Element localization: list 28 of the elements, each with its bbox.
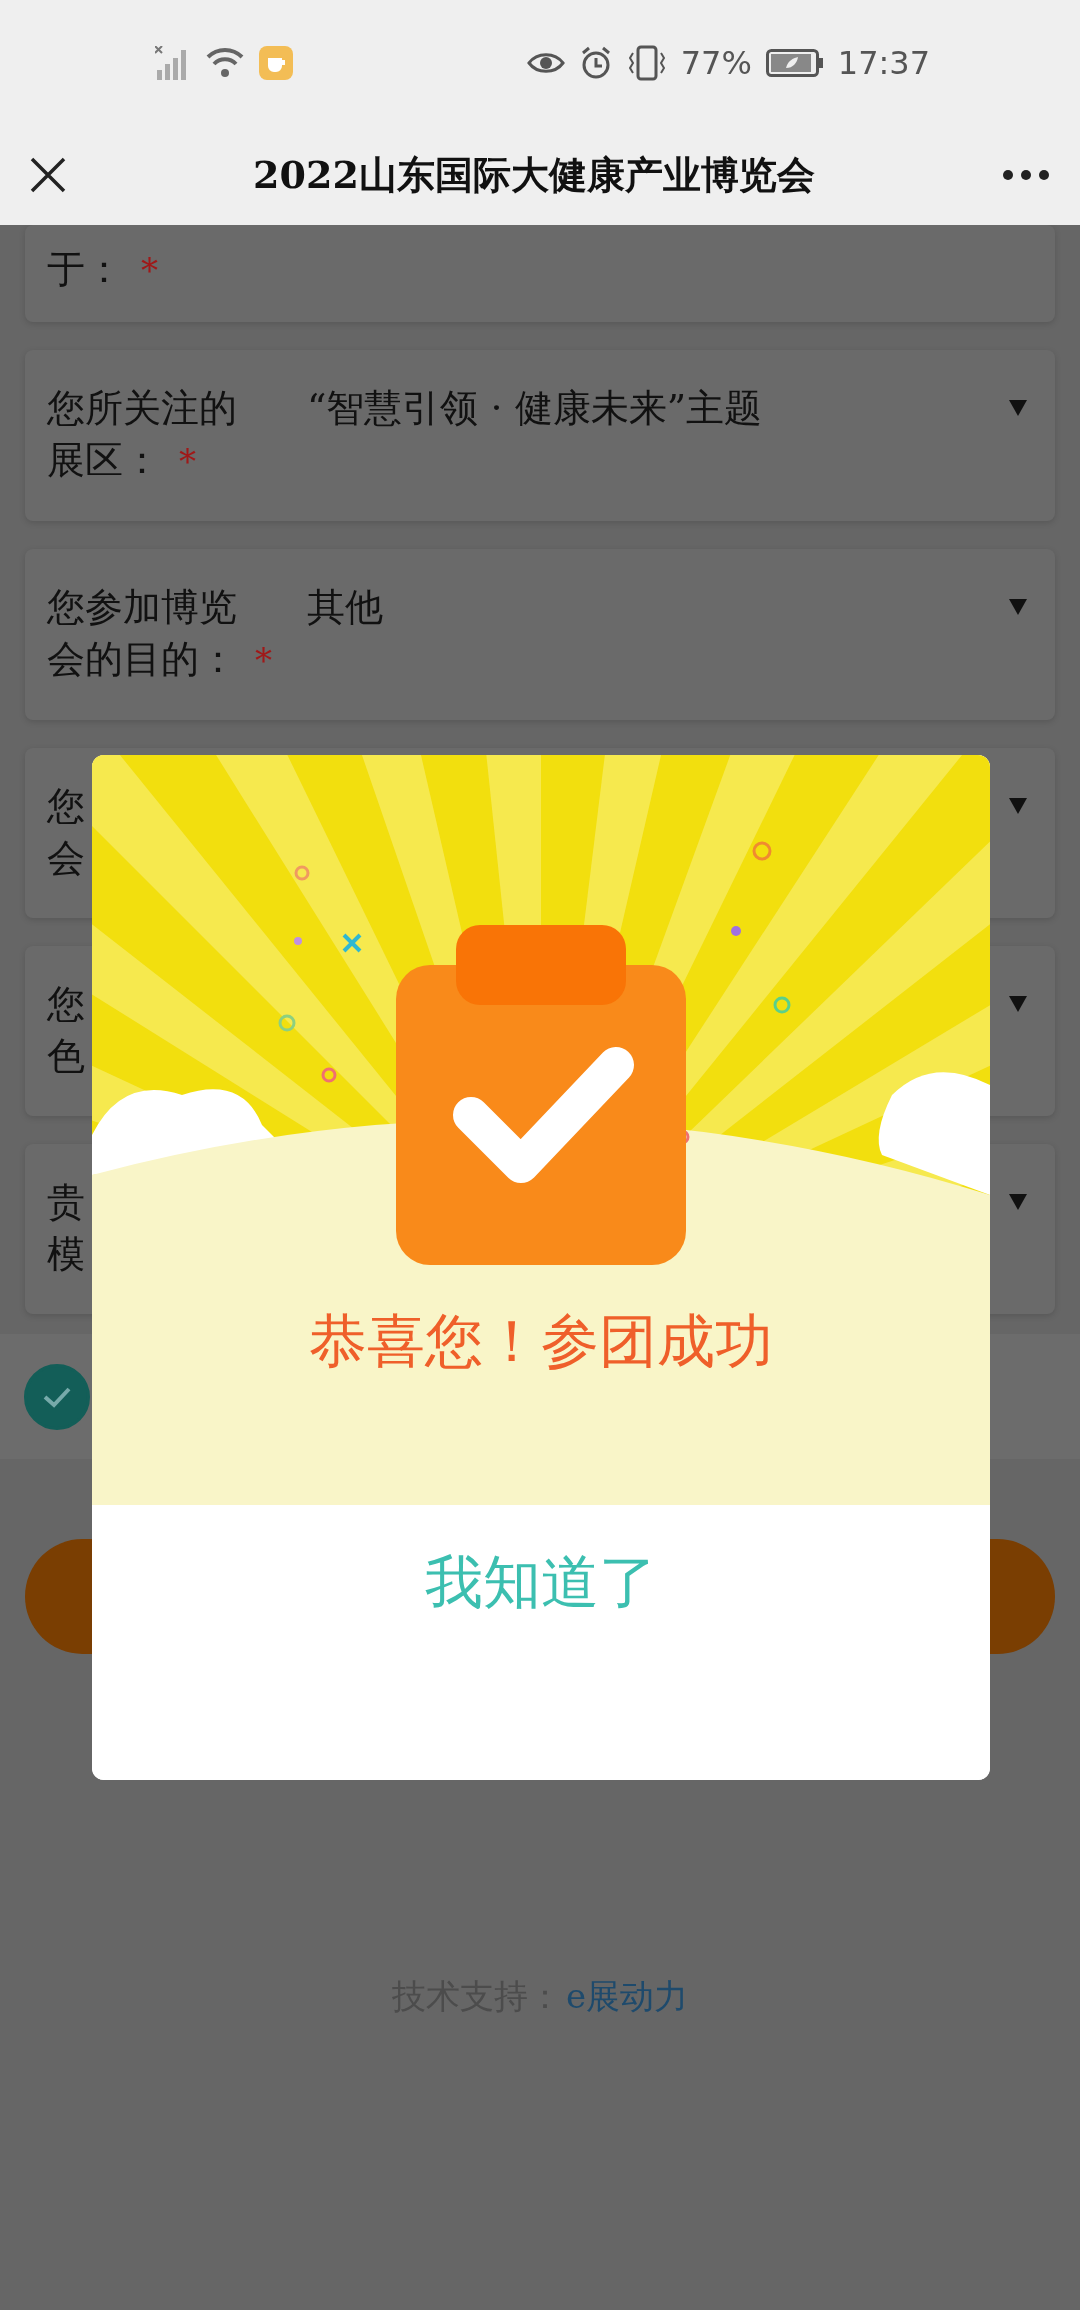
clipboard-check-icon <box>396 925 686 1265</box>
field-value: “智慧引领 · 健康未来”主题 <box>306 385 764 432</box>
success-message: 恭喜您！参团成功 <box>309 1306 773 1377</box>
field-label: 您 色 <box>47 981 86 1080</box>
field-label: 您 会 <box>47 783 86 882</box>
dropdown-caret-icon <box>1009 400 1027 416</box>
form-field[interactable]: 于： * <box>25 225 1055 322</box>
check-icon <box>42 1385 72 1408</box>
dropdown-caret-icon <box>1009 1194 1027 1210</box>
page-title: 2022山东国际大健康产业博览会 <box>252 150 816 199</box>
form-field[interactable]: 您参加博览 会的目的： * 其他 <box>25 549 1055 720</box>
clock-time: 17:37 <box>837 43 930 82</box>
field-label: 您所关注的 展区： * <box>47 385 238 484</box>
app-notification-icon <box>259 45 293 80</box>
vibrate-icon <box>626 44 667 81</box>
form-field[interactable]: 您所关注的 展区： * “智慧引领 · 健康未来”主题 <box>25 350 1055 521</box>
field-label: 贵 模 <box>47 1179 86 1278</box>
more-icon[interactable] <box>1002 169 1050 181</box>
dropdown-caret-icon <box>1009 599 1027 615</box>
field-label: 您参加博览 会的目的： * <box>47 584 273 683</box>
battery-icon <box>765 48 824 77</box>
battery-percentage: 77% <box>680 43 752 82</box>
field-value: 其他 <box>306 584 384 631</box>
field-label: 于： * <box>47 246 159 293</box>
wifi-icon <box>205 46 245 79</box>
dropdown-caret-icon <box>1009 798 1027 814</box>
close-icon[interactable] <box>30 157 66 193</box>
dropdown-caret-icon <box>1009 996 1027 1012</box>
